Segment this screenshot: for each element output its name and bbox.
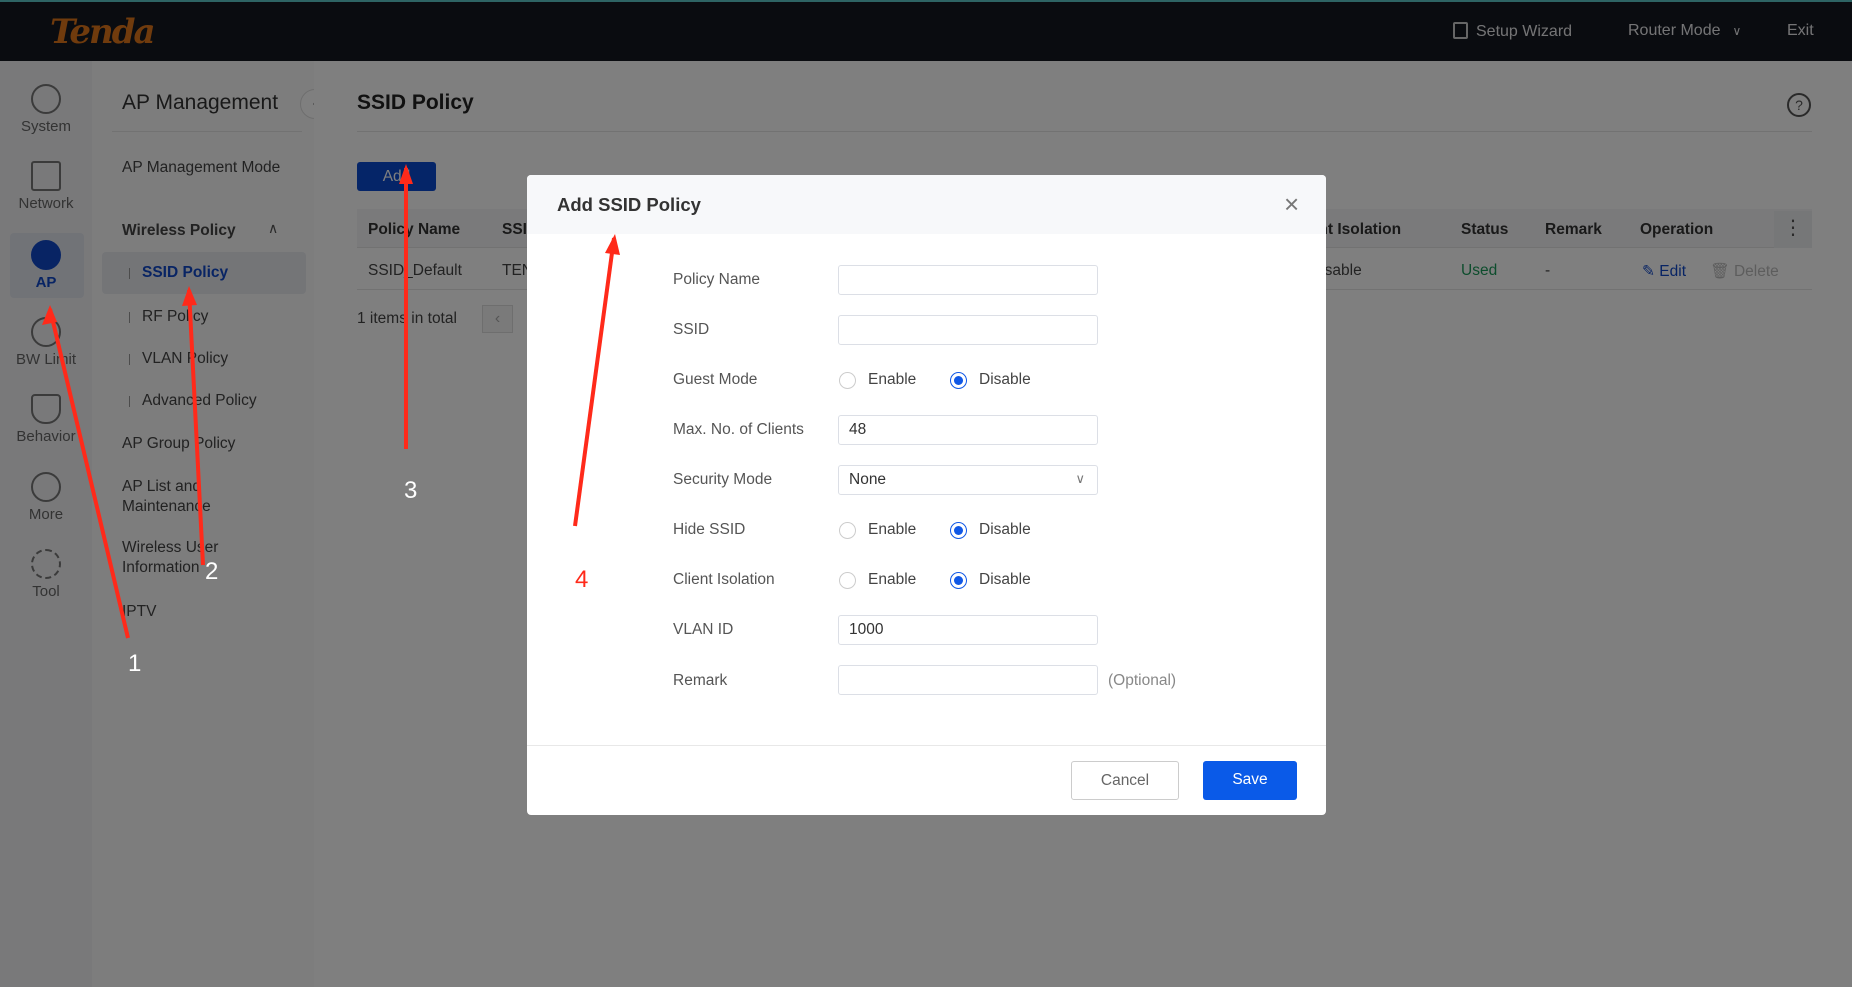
client-isolation-label: Client Isolation: [673, 571, 775, 588]
remark-optional-hint: (Optional): [1108, 672, 1177, 689]
annotation-number-2: 2: [205, 558, 219, 585]
disable-label: Disable: [979, 571, 1031, 588]
divider: [527, 745, 1326, 746]
ssid-input[interactable]: [838, 315, 1098, 345]
vlan-id-input[interactable]: [838, 615, 1098, 645]
chevron-down-icon: ∨: [1075, 471, 1085, 486]
dialog-title: Add SSID Policy: [557, 194, 701, 215]
client-isolation-enable-radio[interactable]: [839, 572, 856, 589]
disable-label: Disable: [979, 521, 1031, 538]
max-clients-input[interactable]: [838, 415, 1098, 445]
add-ssid-policy-dialog: Add SSID Policy × Policy Name SSID Guest…: [527, 175, 1326, 815]
disable-label: Disable: [979, 371, 1031, 388]
annotation-number-1: 1: [128, 650, 142, 677]
enable-label: Enable: [868, 521, 917, 538]
ssid-label: SSID: [673, 321, 710, 338]
remark-label: Remark: [673, 672, 728, 689]
max-clients-label: Max. No. of Clients: [673, 421, 804, 438]
policy-name-input[interactable]: [838, 265, 1098, 295]
security-mode-select[interactable]: None ∨: [838, 465, 1098, 495]
save-button[interactable]: Save: [1203, 761, 1297, 800]
hide-ssid-enable-radio[interactable]: [839, 522, 856, 539]
annotation-number-4: 4: [575, 566, 589, 593]
remark-input[interactable]: [838, 665, 1098, 695]
client-isolation-disable-radio[interactable]: [950, 572, 967, 589]
guest-mode-label: Guest Mode: [673, 371, 758, 388]
hide-ssid-disable-radio[interactable]: [950, 522, 967, 539]
policy-name-label: Policy Name: [673, 271, 760, 288]
vlan-id-label: VLAN ID: [673, 621, 734, 638]
close-icon[interactable]: ×: [1284, 189, 1299, 220]
enable-label: Enable: [868, 571, 917, 588]
security-mode-label: Security Mode: [673, 471, 773, 488]
cancel-button[interactable]: Cancel: [1071, 761, 1179, 800]
annotation-number-3: 3: [404, 477, 418, 504]
hide-ssid-label: Hide SSID: [673, 521, 746, 538]
guest-mode-enable-radio[interactable]: [839, 372, 856, 389]
guest-mode-disable-radio[interactable]: [950, 372, 967, 389]
enable-label: Enable: [868, 371, 917, 388]
